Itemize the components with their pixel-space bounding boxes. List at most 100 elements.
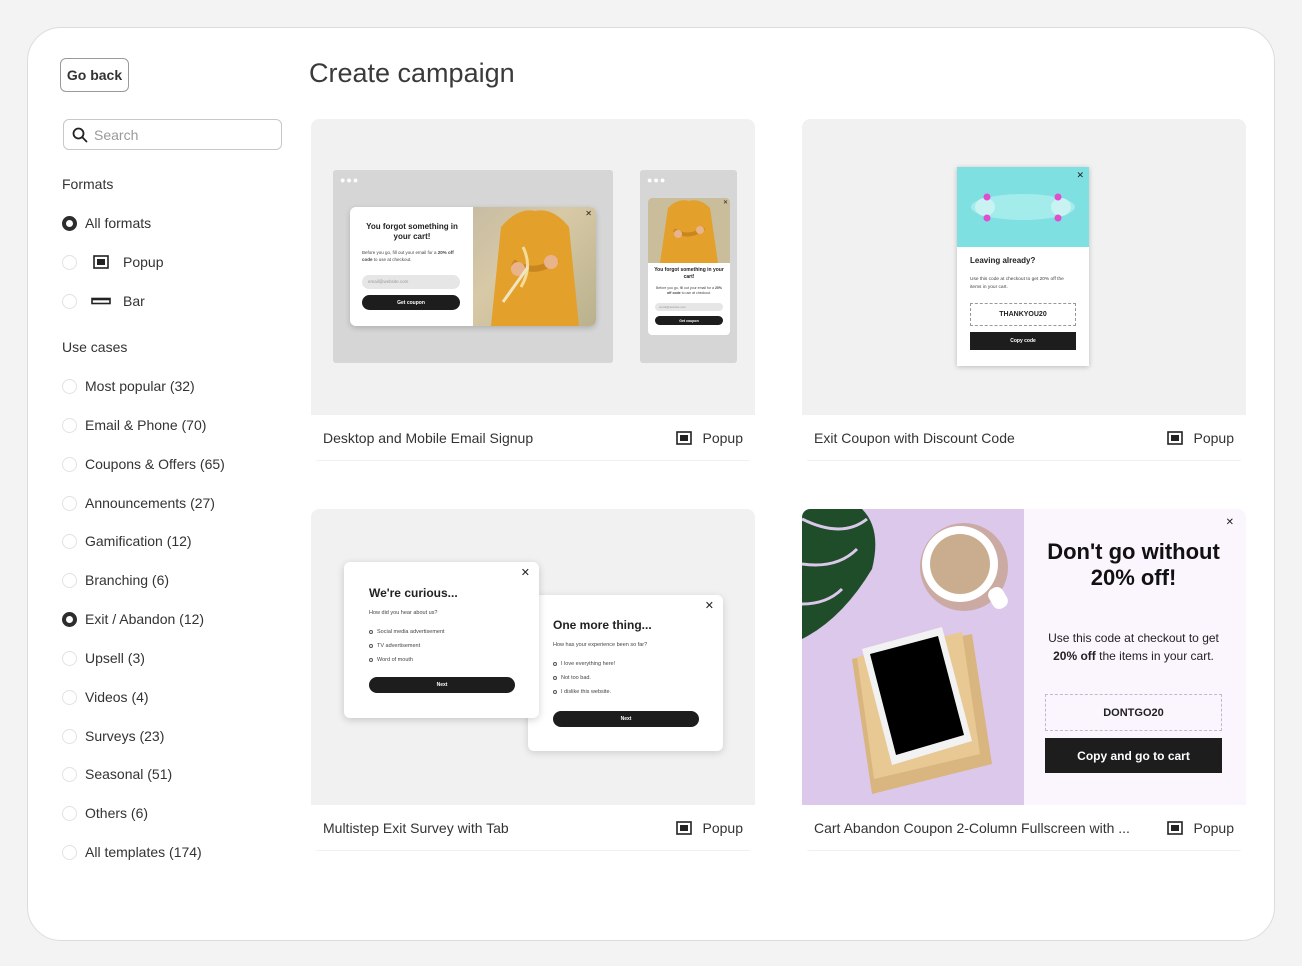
cart-coupon-code: DONTGO20 bbox=[1045, 694, 1222, 731]
radio-unselected[interactable] bbox=[62, 689, 77, 705]
bar-icon bbox=[91, 293, 111, 309]
radio-unselected[interactable] bbox=[62, 293, 77, 309]
use-case-email-phone[interactable]: Email & Phone (70) bbox=[62, 415, 206, 435]
coupon-body: Use this code at checkout to get 20% off… bbox=[970, 277, 1064, 290]
signup-heading: You forgot something in your cart! bbox=[366, 222, 458, 241]
page-title: Create campaign bbox=[309, 58, 515, 88]
use-case-gamification[interactable]: Gamification (12) bbox=[62, 531, 192, 551]
use-case-videos[interactable]: Videos (4) bbox=[62, 687, 149, 707]
template-type: Popup bbox=[1166, 819, 1234, 836]
close-icon: ✕ bbox=[585, 209, 592, 218]
use-case-all-templates[interactable]: All templates (174) bbox=[62, 842, 202, 862]
signup-email-input: email@website.com bbox=[362, 275, 460, 289]
search-input[interactable] bbox=[94, 126, 274, 143]
radio-unselected[interactable] bbox=[62, 456, 77, 472]
survey-step1-mock: ✕ We're curious... How did you hear abou… bbox=[344, 562, 539, 718]
radio-unselected[interactable] bbox=[62, 650, 77, 666]
close-icon: ✕ bbox=[704, 600, 714, 612]
popup-icon bbox=[675, 430, 692, 445]
search-box[interactable] bbox=[63, 119, 282, 150]
radio-unselected[interactable] bbox=[62, 495, 77, 511]
template-preview: ✕ Leaving already? Use this code at chec… bbox=[802, 119, 1246, 415]
format-option-all[interactable]: All formats bbox=[62, 213, 151, 233]
radio-unselected[interactable] bbox=[62, 728, 77, 744]
survey-option: TV advertisement bbox=[369, 643, 420, 649]
use-case-label: Email & Phone (70) bbox=[85, 417, 207, 433]
mobile-browser-mock: ●●● ✕ You forgot something in your cart!… bbox=[640, 170, 737, 363]
copy-code-button: Copy code bbox=[970, 332, 1076, 350]
card-footer: Exit Coupon with Discount Code Popup bbox=[802, 415, 1246, 461]
radio-unselected[interactable] bbox=[62, 378, 77, 394]
template-name: Cart Abandon Coupon 2-Column Fullscreen … bbox=[814, 819, 1130, 836]
use-case-others[interactable]: Others (6) bbox=[62, 803, 148, 823]
use-case-coupons-offers[interactable]: Coupons & Offers (65) bbox=[62, 454, 225, 474]
format-option-bar[interactable]: Bar bbox=[62, 291, 145, 311]
close-icon: ✕ bbox=[722, 200, 728, 206]
survey-option: I love everything here! bbox=[553, 661, 615, 667]
skateboard-photo bbox=[957, 167, 1089, 247]
template-type: Popup bbox=[675, 429, 743, 446]
card-footer: Cart Abandon Coupon 2-Column Fullscreen … bbox=[802, 805, 1246, 851]
mobile-coupon-button: Get coupon bbox=[655, 316, 723, 325]
app-frame: Go back Formats All formats Popup Bar Us… bbox=[27, 27, 1275, 941]
mobile-email-input: email@website.com bbox=[655, 303, 723, 311]
signup-popup-mock: You forgot something in your cart! Befor… bbox=[350, 207, 596, 326]
coupon-heading: Leaving already? bbox=[970, 256, 1036, 265]
use-case-exit-abandon[interactable]: Exit / Abandon (12) bbox=[62, 609, 204, 629]
survey-step2-question: How has your experience been so far? bbox=[553, 642, 648, 648]
card-footer: Multistep Exit Survey with Tab Popup bbox=[311, 805, 755, 851]
template-preview: ✕ Don't go without 20% off! Use this cod… bbox=[802, 509, 1246, 805]
radio-unselected[interactable] bbox=[62, 533, 77, 549]
tablet-coffee-photo bbox=[802, 509, 1024, 805]
coupon-code: THANKYOU20 bbox=[970, 303, 1076, 326]
use-case-seasonal[interactable]: Seasonal (51) bbox=[62, 764, 172, 784]
close-icon: ✕ bbox=[1225, 517, 1234, 528]
use-case-label: Exit / Abandon (12) bbox=[85, 611, 205, 627]
radio-unselected[interactable] bbox=[62, 417, 77, 433]
cart-coupon-headline: Don't go without 20% off! bbox=[1047, 539, 1220, 590]
radio-selected[interactable] bbox=[62, 215, 77, 231]
format-label: All formats bbox=[85, 215, 152, 231]
template-type: Popup bbox=[675, 819, 743, 836]
survey-option: Word of mouth bbox=[369, 657, 413, 663]
radio-unselected[interactable] bbox=[62, 766, 77, 782]
use-case-label: Others (6) bbox=[85, 805, 149, 821]
format-option-popup[interactable]: Popup bbox=[62, 252, 163, 272]
use-case-surveys[interactable]: Surveys (23) bbox=[62, 726, 164, 746]
radio-unselected[interactable] bbox=[62, 805, 77, 821]
coat-photo bbox=[473, 207, 596, 326]
radio-unselected[interactable] bbox=[62, 844, 77, 860]
radio-unselected[interactable] bbox=[62, 572, 77, 588]
use-case-label: Upsell (3) bbox=[85, 650, 145, 666]
use-case-upsell[interactable]: Upsell (3) bbox=[62, 648, 145, 668]
survey-option: Social media advertisement bbox=[369, 629, 445, 635]
template-preview: ✕ One more thing... How has your experie… bbox=[311, 509, 755, 805]
format-label: Popup bbox=[123, 254, 164, 270]
close-icon: ✕ bbox=[1076, 170, 1084, 180]
go-back-button[interactable]: Go back bbox=[60, 58, 129, 92]
template-name: Desktop and Mobile Email Signup bbox=[323, 429, 534, 446]
survey-step1-title: We're curious... bbox=[369, 586, 458, 600]
use-case-label: Announcements (27) bbox=[85, 495, 215, 511]
template-type: Popup bbox=[1166, 430, 1234, 446]
template-preview: ●●● You forgot something in your cart! B… bbox=[311, 119, 755, 415]
template-card-email-signup[interactable]: ●●● You forgot something in your cart! B… bbox=[311, 119, 755, 461]
template-type-label: Popup bbox=[702, 429, 743, 446]
template-type-label: Popup bbox=[702, 819, 743, 836]
coat-photo bbox=[648, 198, 730, 263]
use-case-most-popular[interactable]: Most popular (32) bbox=[62, 376, 195, 396]
use-case-branching[interactable]: Branching (6) bbox=[62, 570, 169, 590]
coupon-popup-mock: ✕ Leaving already? Use this code at chec… bbox=[957, 167, 1089, 366]
template-card-exit-coupon[interactable]: ✕ Leaving already? Use this code at chec… bbox=[802, 119, 1246, 461]
use-case-announcements[interactable]: Announcements (27) bbox=[62, 493, 215, 513]
mobile-popup-mock: ✕ You forgot something in your cart! Bef… bbox=[648, 198, 730, 335]
template-type-label: Popup bbox=[1193, 819, 1234, 836]
radio-unselected[interactable] bbox=[62, 254, 77, 270]
survey-option: I dislike this website. bbox=[553, 689, 611, 695]
radio-selected[interactable] bbox=[62, 611, 77, 627]
card-footer: Desktop and Mobile Email Signup Popup bbox=[311, 415, 755, 461]
template-card-cart-abandon[interactable]: ✕ Don't go without 20% off! Use this cod… bbox=[802, 509, 1246, 851]
template-card-exit-survey[interactable]: ✕ One more thing... How has your experie… bbox=[311, 509, 755, 851]
mobile-signup-body: Before you go, fill out your email for a… bbox=[656, 286, 722, 295]
popup-icon bbox=[1166, 430, 1183, 445]
